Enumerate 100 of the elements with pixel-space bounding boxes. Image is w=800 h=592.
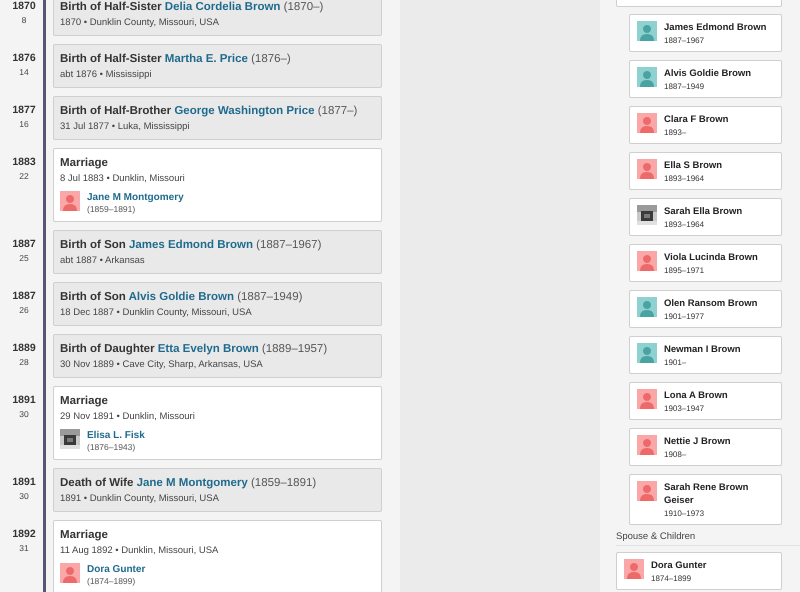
person-name: Olen Ransom Brown [664, 297, 758, 310]
person-card[interactable]: Viola Lucinda Brown 1895–1971 [629, 244, 782, 282]
event-year: 1870 [12, 0, 36, 12]
age-label: 22 [19, 171, 29, 181]
person-card[interactable]: Newman I Brown 1901– [629, 336, 782, 374]
event-title: Birth of Son Alvis Goldie Brown (1887–1949) [60, 290, 304, 305]
person-name: Clara F Brown [664, 113, 728, 126]
age-label: 28 [19, 357, 29, 367]
person-name: Viola Lucinda Brown [664, 251, 758, 264]
life-dates: 1874–1899 [651, 573, 692, 584]
person-link[interactable]: James Edmond Brown [129, 239, 253, 251]
life-dates: (1859–1891) [87, 204, 136, 215]
event-detail: 30 Nov 1889 • Cave City, Sharp, Arkansas, USA [60, 358, 264, 371]
spouse-link[interactable]: Jane M Montgomery [87, 191, 184, 204]
person-card[interactable]: Sarah Rene Brown Geiser 1910–1973 [629, 474, 782, 525]
age-label: 30 [19, 409, 29, 419]
life-dates: (1874–1899) [87, 576, 136, 587]
event-year: 1887 [12, 238, 36, 250]
person-link[interactable]: Etta Evelyn Brown [158, 343, 259, 355]
life-dates: 1893– [664, 127, 688, 138]
person-link[interactable]: Delia Cordelia Brown [164, 1, 280, 13]
event-title: Marriage [60, 156, 109, 171]
person-link[interactable]: Martha E. Price [164, 53, 248, 65]
person-name: Sarah Ella Brown [664, 205, 742, 218]
event-card[interactable]: Death of Wife Jane M Montgomery (1859–1891) 1891 • Dunklin County, Missouri, USA [53, 468, 382, 512]
age-label: 25 [19, 253, 29, 263]
event-year: 1883 [12, 156, 36, 168]
life-dates: 1908– [664, 449, 688, 460]
event-title: Birth of Half-Brother George Washington Price (1877–) [60, 104, 358, 119]
age-label: 30 [19, 491, 29, 501]
life-dates: 1893–1964 [664, 173, 706, 184]
life-dates: 1887–1949 [664, 81, 706, 92]
person-card[interactable]: Nettie J Brown 1908– [629, 428, 782, 466]
event-detail: 11 Aug 1892 • Dunklin, Missouri, USA [60, 544, 220, 557]
event-card[interactable]: Birth of Half-Brother George Washington Price (1877–) 31 Jul 1877 • Luka, Mississippi [53, 96, 382, 140]
person-card[interactable]: Clara F Brown 1893– [629, 106, 782, 144]
person-name: Dora Gunter [651, 559, 706, 572]
event-card[interactable]: Birth of Half-Sister Martha E. Price (1876–) abt 1876 • Mississippi [53, 44, 382, 88]
event-card[interactable]: Birth of Half-Sister Delia Cordelia Brown (1870–) 1870 • Dunklin County, Missouri, USA [53, 0, 382, 36]
life-dates: 1887–1967 [664, 35, 706, 46]
person-link[interactable]: Alvis Goldie Brown [128, 291, 234, 303]
event-detail: 1891 • Dunklin County, Missouri, USA [60, 492, 220, 505]
event-title: Birth of Daughter Etta Evelyn Brown (1889–1957) [60, 342, 328, 357]
event-detail: 1870 • Dunklin County, Missouri, USA [60, 16, 220, 29]
event-year: 1876 [12, 52, 36, 64]
life-dates: 1901–1977 [664, 311, 706, 322]
event-year: 1891 [12, 394, 36, 406]
life-dates: 1903–1947 [664, 403, 706, 414]
event-title: Birth of Half-Sister Delia Cordelia Brown (1870–) [60, 0, 324, 15]
person-name: Ella S Brown [664, 159, 722, 172]
event-detail: 29 Nov 1891 • Dunklin, Missouri [60, 410, 196, 423]
age-label: 8 [22, 15, 26, 25]
event-title: Marriage [60, 528, 109, 543]
event-year: 1889 [12, 342, 36, 354]
person-card[interactable]: Ella S Brown 1893–1964 [629, 152, 782, 190]
event-card[interactable]: Marriage 8 Jul 1883 • Dunklin, Missouri Jane M Montgomery (1859–1891) [53, 148, 382, 222]
person-name: James Edmond Brown [664, 21, 766, 34]
event-detail: 8 Jul 1883 • Dunklin, Missouri [60, 172, 186, 185]
age-label: 31 [19, 543, 29, 553]
event-detail: 18 Dec 1887 • Dunklin County, Missouri, USA [60, 306, 253, 319]
person-card[interactable]: Dora Gunter 1874–1899 [616, 552, 782, 590]
event-year: 1892 [12, 528, 36, 540]
person-card[interactable]: James Edmond Brown 1887–1967 [629, 14, 782, 52]
age-label: 26 [19, 305, 29, 315]
event-detail: 31 Jul 1877 • Luka, Mississippi [60, 120, 191, 133]
person-name: Alvis Goldie Brown [664, 67, 752, 80]
event-detail: abt 1876 • Mississippi [60, 68, 153, 81]
event-card[interactable]: Marriage 29 Nov 1891 • Dunklin, Missouri Elisa L. Fisk (1876–1943) [53, 386, 382, 460]
event-card[interactable]: Birth of Son James Edmond Brown (1887–1967) abt 1887 • Arkansas [53, 230, 382, 274]
age-label: 14 [19, 67, 29, 77]
person-link[interactable]: Jane M Montgomery [136, 477, 248, 489]
person-name: Newman I Brown [664, 343, 741, 356]
event-title: Birth of Half-Sister Martha E. Price (1876–) [60, 52, 292, 67]
event-year: 1887 [12, 290, 36, 302]
event-year: 1877 [12, 104, 36, 116]
event-card[interactable]: Birth of Son Alvis Goldie Brown (1887–1949) 18 Dec 1887 • Dunklin County, Missouri, USA [53, 282, 382, 326]
person-card[interactable]: Olen Ransom Brown 1901–1977 [629, 290, 782, 328]
person-name: Lona A Brown [664, 389, 728, 402]
event-title: Marriage [60, 394, 109, 409]
person-link[interactable]: George Washington Price [174, 105, 315, 117]
event-title: Death of Wife Jane M Montgomery (1859–1891) [60, 476, 318, 491]
event-title: Birth of Son James Edmond Brown (1887–1967) [60, 238, 322, 253]
life-dates: 1895–1971 [664, 265, 706, 276]
section-heading: Spouse & Children [616, 531, 800, 546]
event-card[interactable]: Marriage 11 Aug 1892 • Dunklin, Missouri, USA Dora Gunter (1874–1899) [53, 520, 382, 592]
person-card[interactable]: Alvis Goldie Brown 1887–1949 [629, 60, 782, 98]
event-card[interactable]: Birth of Daughter Etta Evelyn Brown (1889–1957) 30 Nov 1889 • Cave City, Sharp, Arkansas, USA [53, 334, 382, 378]
life-dates: (1876–1943) [87, 442, 136, 453]
age-label: 16 [19, 119, 29, 129]
life-dates: 1893–1964 [664, 219, 706, 230]
life-dates: 1910–1973 [664, 508, 706, 519]
person-name: Nettie J Brown [664, 435, 731, 448]
person-card[interactable]: Lona A Brown 1903–1947 [629, 382, 782, 420]
spouse-link[interactable]: Dora Gunter [87, 563, 146, 576]
person-card[interactable]: Sarah Ella Brown 1893–1964 [629, 198, 782, 236]
event-detail: abt 1887 • Arkansas [60, 254, 146, 267]
life-dates: 1901– [664, 357, 688, 368]
person-name: Sarah Rene Brown Geiser [664, 481, 750, 507]
event-year: 1891 [12, 476, 36, 488]
spouse-link[interactable]: Elisa L. Fisk [87, 429, 145, 442]
